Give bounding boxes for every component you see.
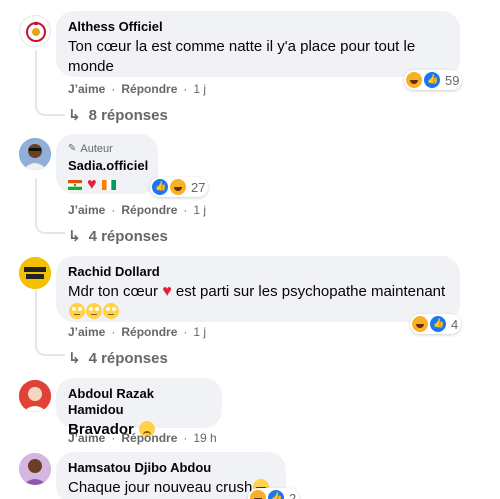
reply-button[interactable]: Répondre — [121, 325, 177, 339]
comment-author[interactable]: Sadia.officiel — [68, 158, 148, 174]
comment-bubble: Abdoul Razak Hamidou Bravador — [56, 378, 222, 438]
timestamp[interactable]: 1 j — [193, 325, 206, 339]
red-heart-icon: ♥ — [162, 283, 172, 300]
rolling-eyes-icon — [86, 303, 102, 319]
comment-text: ♥ — [68, 176, 146, 194]
comment-bubble: Althess Officiel Ton cœur la est comme n… — [56, 11, 460, 77]
like-button[interactable]: J’aime — [68, 203, 105, 217]
avatar[interactable] — [19, 138, 51, 170]
rolling-eyes-icon — [103, 303, 119, 319]
comment-text-part: Mdr ton cœur — [68, 283, 159, 300]
timestamp[interactable]: 19 h — [193, 431, 216, 445]
haha-icon — [412, 316, 428, 332]
haha-icon — [406, 72, 422, 88]
reply-arrow-icon: ↳ — [68, 350, 81, 367]
comment-text-part: Chaque jour nouveau crush — [68, 479, 253, 496]
logo-icon — [26, 21, 46, 42]
comment-bubble: ✎ Auteur Sadia.officiel ♥ — [56, 134, 158, 194]
reaction-count: 2 — [289, 490, 297, 499]
avatar[interactable] — [19, 453, 51, 485]
comment-actions: J’aime · Répondre · 1 j — [68, 325, 207, 339]
comment-actions: J’aime · Répondre · 19 h — [68, 431, 217, 445]
like-icon — [268, 490, 284, 499]
comment-author[interactable]: Hamsatou Djibo Abdou — [68, 460, 274, 476]
reply-button[interactable]: Répondre — [121, 82, 177, 96]
reply-button[interactable]: Répondre — [121, 431, 177, 445]
reply-arrow-icon: ↳ — [68, 228, 81, 245]
comment-author[interactable]: Rachid Dollard — [68, 264, 448, 280]
like-icon — [152, 179, 168, 195]
like-icon — [424, 72, 440, 88]
reaction-count: 59 — [445, 72, 460, 88]
comment-actions: J’aime · Répondre · 1 j — [68, 203, 207, 217]
reaction-summary[interactable]: 2 — [248, 488, 300, 499]
replies-count-label: 4 réponses — [88, 349, 168, 367]
flag-ivory-coast-icon — [101, 180, 116, 190]
haha-icon — [170, 179, 186, 195]
flag-niger-icon — [68, 180, 82, 190]
red-heart-icon: ♥ — [87, 176, 97, 193]
comment-text: Ton cœur la est comme natte il y'a place… — [68, 38, 416, 75]
profile-photo-icon — [19, 380, 51, 412]
reply-arrow-icon: ↳ — [68, 107, 81, 124]
reaction-count: 4 — [451, 316, 459, 332]
comment-author[interactable]: Althess Officiel — [68, 19, 448, 35]
replies-count-label: 4 réponses — [88, 227, 168, 245]
view-replies-link[interactable]: ↳ 8 réponses — [68, 106, 168, 125]
view-replies-link[interactable]: ↳ 4 réponses — [68, 349, 168, 368]
comment-actions: J’aime · Répondre · 1 j — [68, 82, 207, 96]
thread-elbow — [35, 340, 65, 356]
reaction-summary[interactable]: 27 — [150, 177, 209, 197]
like-button[interactable]: J’aime — [68, 325, 105, 339]
thread-line — [35, 290, 37, 346]
comment-author[interactable]: Abdoul Razak Hamidou — [68, 386, 210, 418]
like-icon — [430, 316, 446, 332]
comment-text-part: est parti sur les psychopathe maintenant — [175, 283, 446, 300]
timestamp[interactable]: 1 j — [193, 203, 206, 217]
thread-line — [35, 50, 37, 106]
like-button[interactable]: J’aime — [68, 431, 105, 445]
thread-elbow — [35, 218, 65, 234]
view-replies-link[interactable]: ↳ 4 réponses — [68, 227, 168, 246]
avatar[interactable] — [19, 257, 51, 289]
reaction-summary[interactable]: 59 — [404, 70, 463, 90]
avatar[interactable] — [19, 380, 51, 412]
profile-photo-icon — [19, 453, 51, 485]
profile-photo-icon — [19, 257, 51, 289]
author-badge-label: Auteur — [80, 143, 113, 155]
rolling-eyes-icon — [69, 303, 85, 319]
reaction-count: 27 — [191, 179, 206, 195]
comment-text: Mdr ton cœur ♥ est parti sur les psychop… — [68, 282, 448, 322]
like-button[interactable]: J’aime — [68, 82, 105, 96]
author-badge: ✎ Auteur — [68, 142, 146, 156]
comment-text: Chaque jour nouveau crush — [68, 478, 274, 499]
pen-icon: ✎ — [68, 143, 77, 154]
timestamp[interactable]: 1 j — [193, 82, 206, 96]
profile-photo-icon — [19, 138, 51, 170]
avatar[interactable] — [19, 15, 51, 47]
haha-icon — [250, 490, 266, 499]
reaction-summary[interactable]: 4 — [410, 314, 462, 334]
thread-elbow — [35, 100, 65, 116]
replies-count-label: 8 réponses — [88, 106, 168, 124]
reply-button[interactable]: Répondre — [121, 203, 177, 217]
comment-bubble: Rachid Dollard Mdr ton cœur ♥ est parti … — [56, 256, 460, 322]
